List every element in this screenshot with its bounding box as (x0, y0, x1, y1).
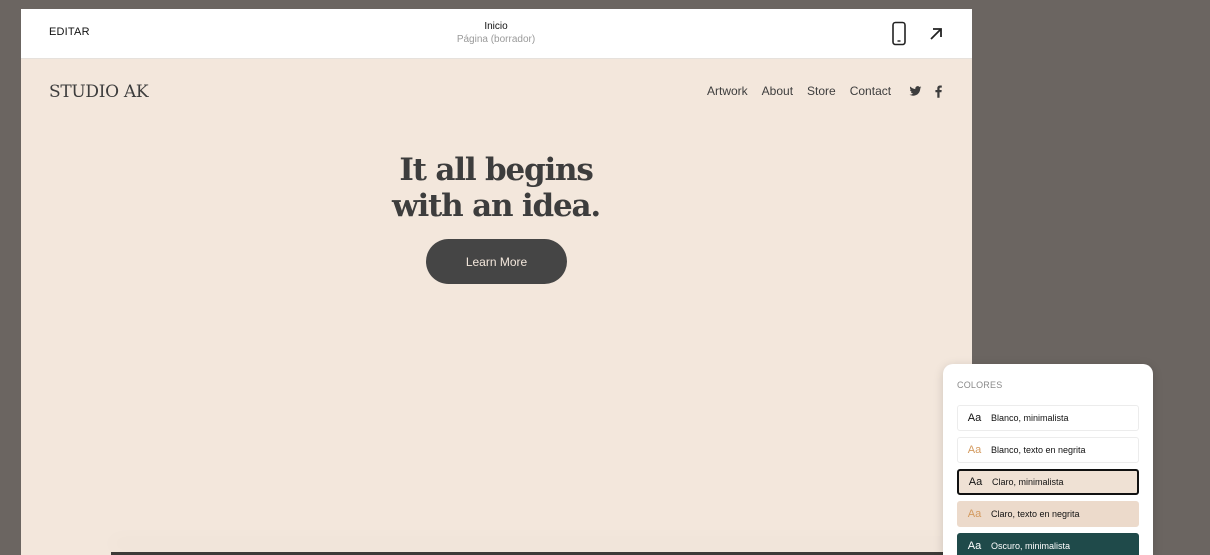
color-option-sample: Aa (967, 412, 982, 424)
hero-headline: It all begins with an idea. (346, 152, 646, 224)
color-option-sample: Aa (967, 508, 982, 520)
color-option-white-minimal[interactable]: Aa Blanco, minimalista (957, 405, 1139, 431)
nav-item-contact[interactable]: Contact (850, 84, 891, 98)
color-option-label: Blanco, minimalista (991, 413, 1069, 423)
nav-item-store[interactable]: Store (807, 84, 836, 98)
editor-top-bar: EDITAR Inicio Página (borrador) (21, 9, 972, 59)
nav-item-about[interactable]: About (762, 84, 793, 98)
twitter-icon[interactable] (909, 86, 922, 97)
learn-more-button[interactable]: Learn More (426, 239, 567, 284)
open-external-icon[interactable] (926, 24, 946, 44)
facebook-icon[interactable] (935, 85, 942, 98)
color-option-label: Blanco, texto en negrita (991, 445, 1086, 455)
mobile-icon[interactable] (889, 21, 909, 47)
color-option-sample: Aa (967, 540, 982, 552)
color-option-white-bold[interactable]: Aa Blanco, texto en negrita (957, 437, 1139, 463)
color-option-sample: Aa (967, 444, 982, 456)
site-editor: EDITAR Inicio Página (borrador) STUDIO A… (21, 9, 972, 555)
page-title: Inicio (484, 21, 508, 32)
site-logo[interactable]: STUDIO AK (49, 82, 149, 102)
page-status: Página (borrador) (456, 34, 536, 45)
edit-button[interactable]: EDITAR (49, 26, 90, 38)
color-option-light-bold[interactable]: Aa Claro, texto en negrita (957, 501, 1139, 527)
color-option-light-minimal[interactable]: Aa Claro, minimalista (957, 469, 1139, 495)
color-option-sample: Aa (968, 476, 983, 488)
hero-headline-line-2: with an idea. (392, 188, 601, 224)
color-option-label: Claro, texto en negrita (991, 509, 1080, 519)
nav-item-artwork[interactable]: Artwork (707, 84, 748, 98)
color-option-dark-minimal[interactable]: Aa Oscuro, minimalista (957, 533, 1139, 555)
colors-panel-title: COLORES (957, 380, 1003, 390)
color-option-label: Oscuro, minimalista (991, 541, 1071, 551)
site-nav: Artwork About Store Contact (707, 84, 891, 98)
hero-headline-line-1: It all begins (399, 152, 593, 188)
color-option-label: Claro, minimalista (992, 477, 1064, 487)
colors-panel: COLORES Aa Blanco, minimalista Aa Blanco… (943, 364, 1153, 555)
page-info: Inicio Página (borrador) (396, 20, 596, 46)
